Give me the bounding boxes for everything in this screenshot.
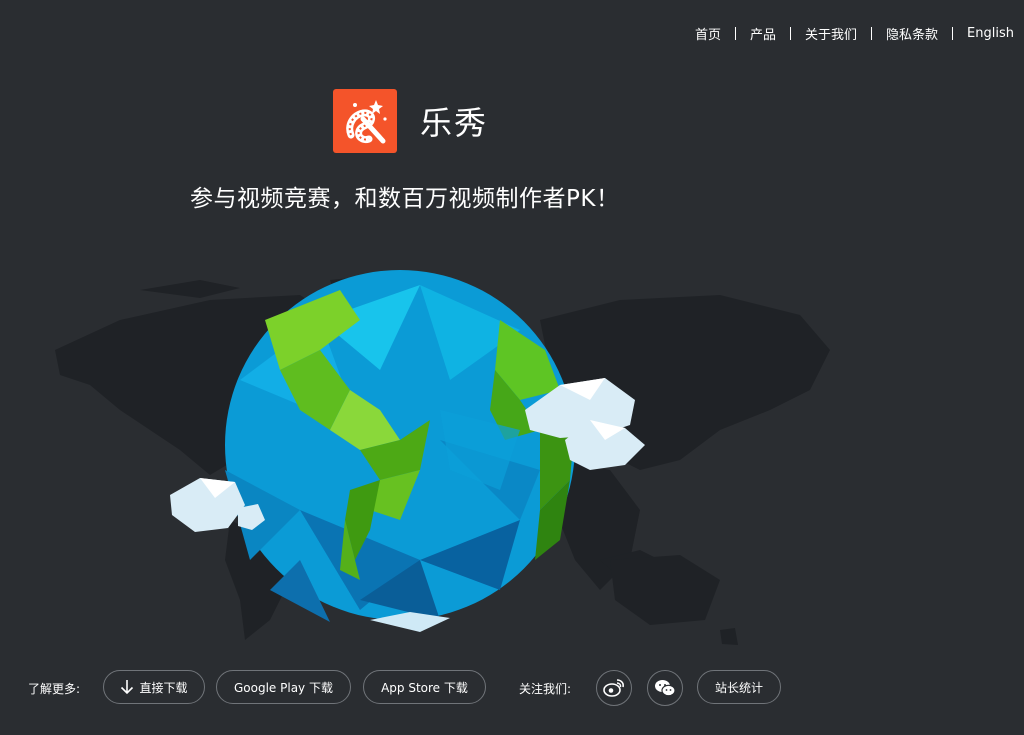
weibo-icon bbox=[603, 679, 624, 697]
download-arrow-icon bbox=[121, 680, 134, 695]
top-nav: 首页 产品 关于我们 隐私条款 English bbox=[695, 24, 1014, 43]
nav-divider bbox=[735, 27, 736, 40]
nav-divider bbox=[790, 27, 792, 40]
app-store-button[interactable]: App Store 下载 bbox=[363, 670, 486, 704]
footer: 了解更多: 直接下载 Google Play 下载 App Store 下载 关… bbox=[0, 670, 1024, 706]
follow-label: 关注我们: bbox=[519, 682, 572, 696]
google-play-label: Google Play 下载 bbox=[234, 680, 333, 695]
nav-home[interactable]: 首页 bbox=[695, 24, 721, 43]
brand: 乐秀 bbox=[333, 89, 488, 153]
site-stats-label: 站长统计 bbox=[714, 680, 763, 695]
learn-more-label: 了解更多: bbox=[28, 682, 81, 696]
nav-about[interactable]: 关于我们 bbox=[805, 24, 857, 43]
app-name: 乐秀 bbox=[420, 104, 489, 142]
wechat-icon bbox=[655, 680, 676, 697]
google-play-button[interactable]: Google Play 下载 bbox=[216, 670, 351, 704]
nav-divider bbox=[952, 27, 954, 40]
app-store-label: App Store 下载 bbox=[381, 680, 468, 695]
tagline: 参与视频竞赛，和数百万视频制作者PK！ bbox=[190, 186, 620, 212]
nav-privacy[interactable]: 隐私条款 bbox=[886, 24, 938, 43]
nav-products[interactable]: 产品 bbox=[750, 24, 776, 43]
weibo-button[interactable] bbox=[596, 670, 632, 706]
magic-wand-film-icon bbox=[346, 100, 387, 144]
nav-divider bbox=[871, 27, 873, 40]
nav-english[interactable]: English bbox=[967, 26, 1014, 41]
site-stats-button[interactable]: 站长统计 bbox=[697, 670, 781, 704]
wechat-button[interactable] bbox=[647, 670, 683, 706]
app-logo bbox=[333, 89, 397, 153]
direct-download-label: 直接下载 bbox=[139, 680, 188, 695]
direct-download-button[interactable]: 直接下载 bbox=[103, 670, 205, 704]
globe-illustration bbox=[55, 270, 830, 645]
